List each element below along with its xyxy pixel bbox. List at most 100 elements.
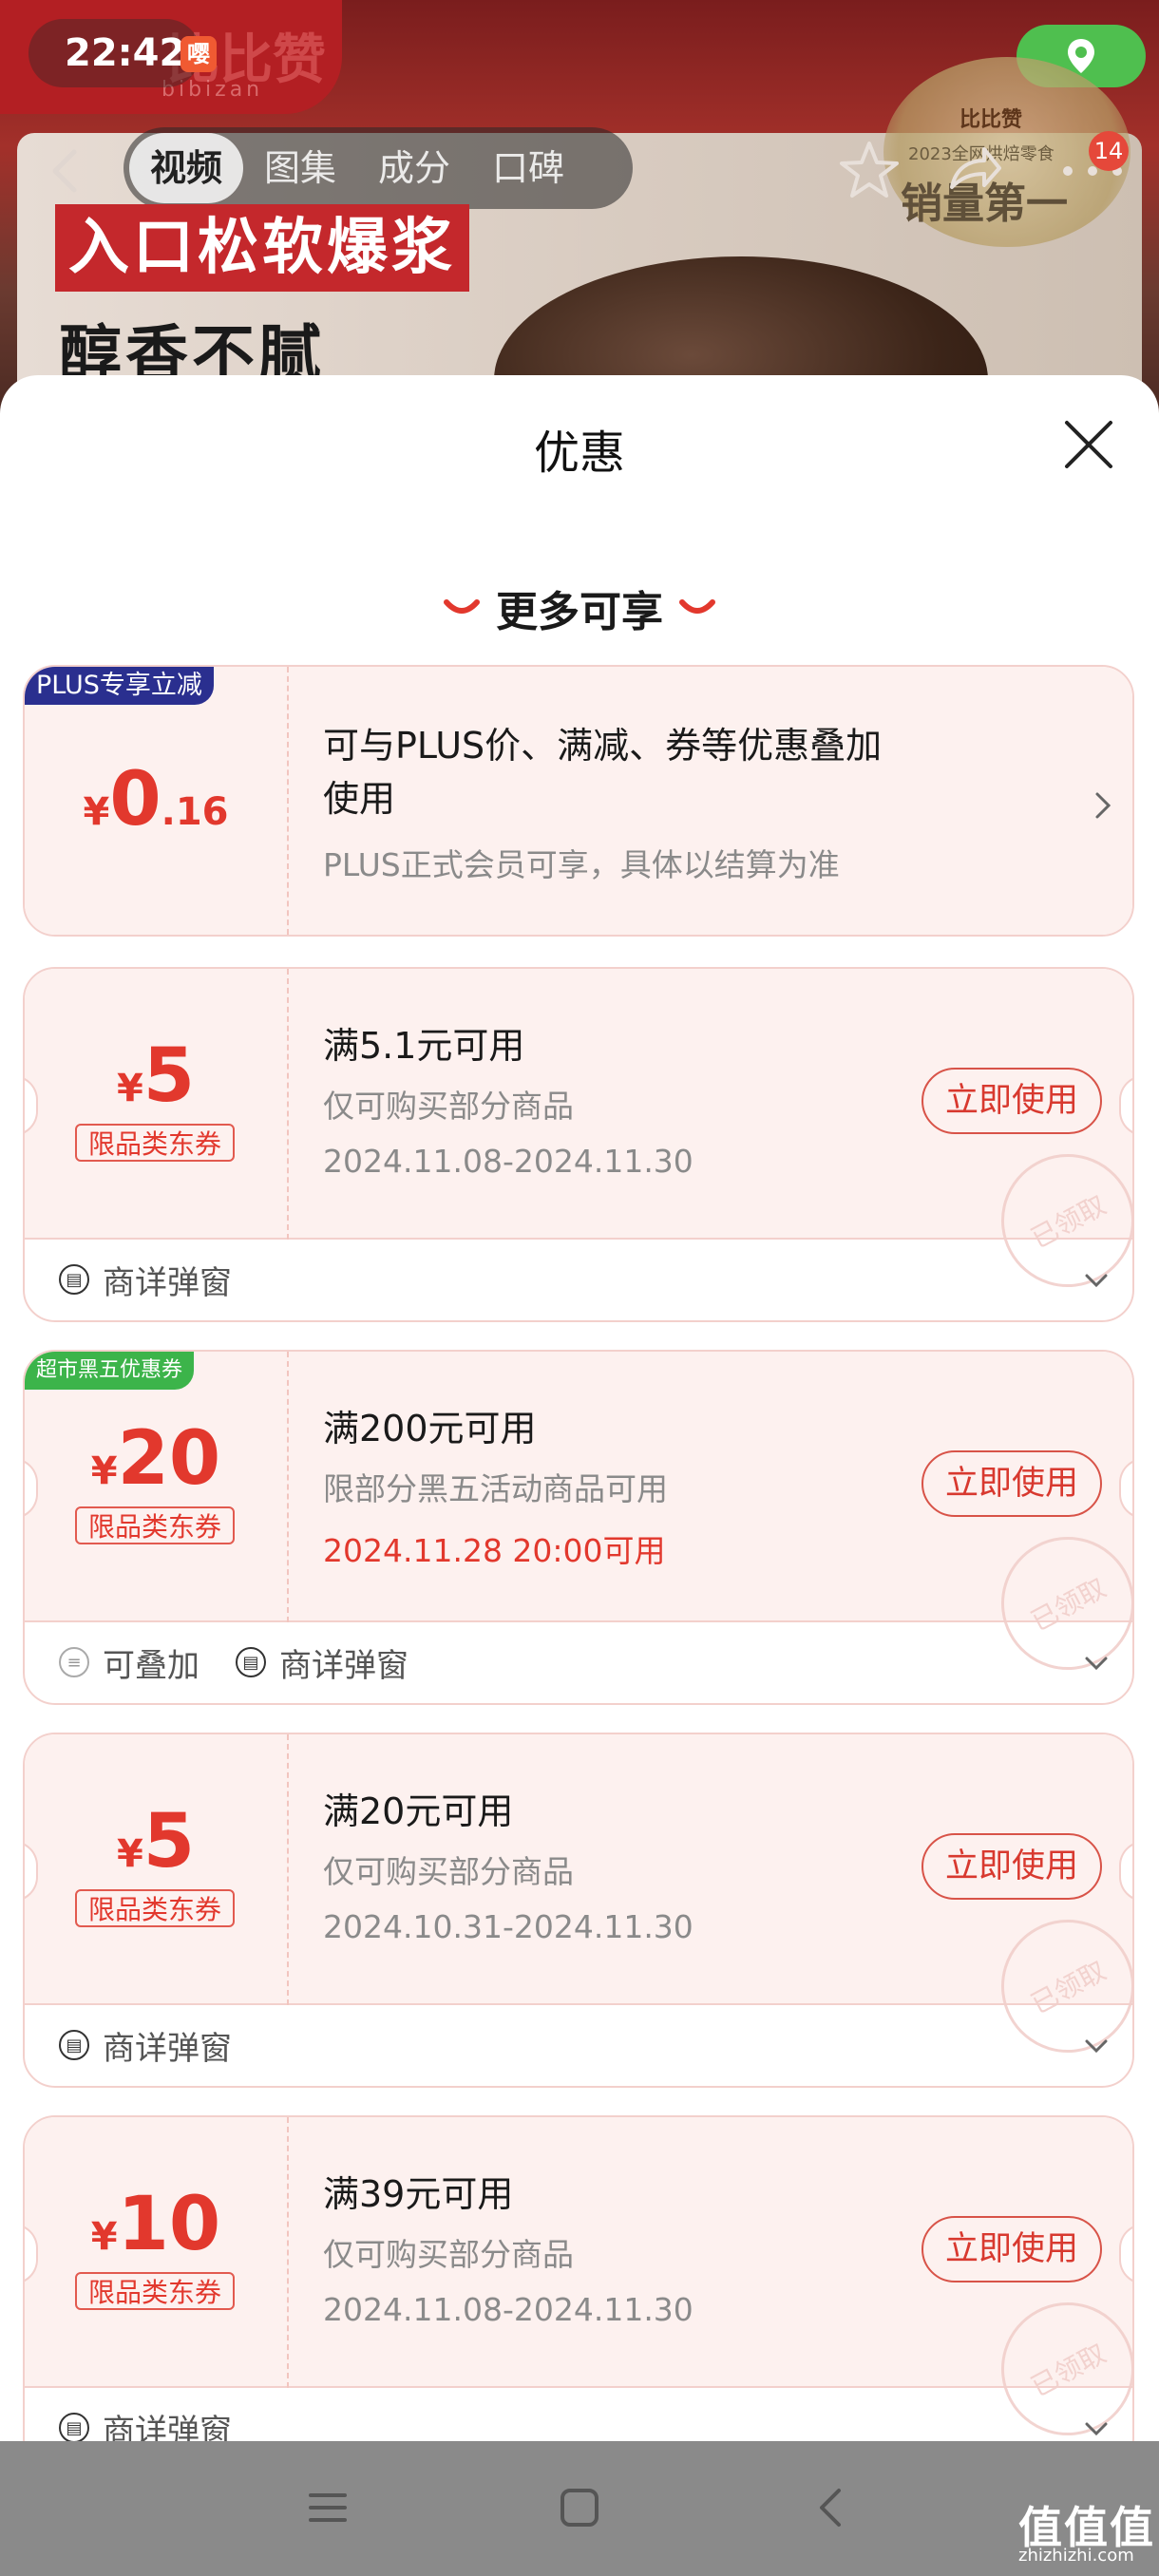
watermark-url: zhizhizhi.com [1018, 2546, 1134, 2566]
coupon-amount: ¥5 [25, 1799, 287, 1885]
coupon-date: 2024.11.08-2024.11.30 [323, 2291, 694, 2328]
menu-icon[interactable] [299, 2479, 356, 2536]
coupon-detail-icon: ▤ [59, 2413, 89, 2441]
plus-title-line1: 可与PLUS价、满减、券等优惠叠加 [323, 725, 883, 767]
coupon-amount-value: 5 [142, 1799, 196, 1885]
coupon-card-1: ¥5 限品类东券 满5.1元可用 仅可购买部分商品 2024.11.08-202… [23, 967, 1134, 1322]
plus-amount-int: 0 [109, 757, 162, 843]
currency-symbol: ¥ [90, 2215, 118, 2259]
use-now-button[interactable]: 立即使用 [922, 1450, 1102, 1517]
notification-app-icon: 嘤 [180, 36, 217, 72]
chevron-down-icon[interactable] [1079, 1266, 1113, 1295]
chevron-down-icon[interactable] [1079, 1649, 1113, 1677]
footer-label: 商详弹窗 [279, 1646, 408, 1685]
tab-ingredients[interactable]: 成分 [357, 133, 471, 203]
coupon-date: 2024.11.08-2024.11.30 [323, 1143, 694, 1180]
coupon-subtitle: 仅可购买部分商品 [323, 1853, 574, 1890]
sheet-title: 优惠 [533, 426, 625, 480]
status-time: 22:42 [28, 19, 201, 87]
coupon-footer[interactable]: ▤ 商详弹窗 [25, 1240, 1132, 1320]
footer-label: 商详弹窗 [103, 2412, 232, 2442]
back-nav-icon[interactable] [803, 2479, 860, 2536]
card-divider [287, 667, 289, 935]
coupon-detail-icon: ▤ [59, 2030, 89, 2060]
coupon-amount: ¥10 [25, 2182, 287, 2267]
plus-title-line2: 使用 [323, 778, 396, 820]
coupon-footer[interactable]: ≡ 可叠加 ▤ 商详弹窗 [25, 1622, 1132, 1703]
coupon-category-tag: 限品类东券 [75, 1889, 235, 1927]
system-navigation-bar [0, 2441, 1159, 2576]
smile-deco-icon [444, 599, 480, 614]
coupon-amount: ¥20 [25, 1416, 287, 1502]
card-divider [287, 969, 289, 1240]
footer-item-detail: ▤ 商详弹窗 [59, 1259, 232, 1302]
plus-offer-card[interactable]: PLUS专享立减 ¥0.16 可与PLUS价、满减、券等优惠叠加 使用 PLUS… [23, 665, 1134, 937]
footer-item-detail: ▤ 商详弹窗 [236, 1641, 408, 1685]
coupon-title: 满20元可用 [323, 1790, 514, 1832]
coupon-amount-value: 10 [117, 2182, 221, 2267]
award-brand: 比比赞 [960, 108, 1023, 132]
chevron-down-icon[interactable] [1079, 2032, 1113, 2060]
discount-sheet: 优惠 更多可享 PLUS专享立减 ¥0.16 可与PLUS价、满减、券等优惠叠加… [0, 375, 1159, 2441]
tab-video[interactable]: 视频 [129, 133, 244, 203]
coupon-subtitle: 仅可购买部分商品 [323, 1088, 574, 1125]
coupon-title: 满200元可用 [323, 1408, 537, 1449]
media-tabs: 视频 图集 成分 口碑 [124, 127, 633, 209]
coupon-amount: ¥5 [25, 1033, 287, 1119]
favorite-star-icon[interactable] [836, 138, 902, 204]
stackable-icon: ≡ [59, 1647, 89, 1677]
card-divider [287, 1734, 289, 2005]
coupon-title: 满39元可用 [323, 2173, 514, 2215]
coupon-subtitle: 限部分黑五活动商品可用 [323, 1470, 668, 1507]
footer-label: 可叠加 [103, 1646, 200, 1685]
home-icon[interactable] [551, 2479, 608, 2536]
plus-note: PLUS正式会员可享，具体以结算为准 [323, 846, 840, 883]
footer-item-detail: ▤ 商详弹窗 [59, 2024, 232, 2068]
coupon-card-4: ¥10 限品类东券 满39元可用 仅可购买部分商品 2024.11.08-202… [23, 2115, 1134, 2441]
currency-symbol: ¥ [83, 790, 110, 834]
coupon-date: 2024.11.28 20:00可用 [323, 1532, 666, 1569]
card-divider [287, 1352, 289, 1622]
chevron-down-icon[interactable] [1079, 2415, 1113, 2441]
tab-gallery[interactable]: 图集 [243, 133, 357, 203]
use-now-button[interactable]: 立即使用 [922, 1068, 1102, 1134]
section-title-text: 更多可享 [496, 588, 663, 636]
share-icon[interactable] [940, 138, 1007, 204]
currency-symbol: ¥ [116, 1832, 143, 1876]
plus-amount: ¥0.16 [25, 757, 287, 843]
coupon-category-tag: 限品类东券 [75, 1506, 235, 1544]
coupon-card-2: 超市黑五优惠券 ¥20 限品类东券 满200元可用 限部分黑五活动商品可用 20… [23, 1350, 1134, 1705]
footer-item-detail: ▤ 商详弹窗 [59, 2407, 232, 2441]
currency-symbol: ¥ [116, 1067, 143, 1110]
product-banner: 比比赞 bibizan 22:42 嘤 比比赞 2023全网烘焙零食 销量第一 … [0, 0, 1159, 418]
chevron-right-icon [1095, 792, 1112, 819]
message-count-badge: 14 [1089, 131, 1129, 171]
plus-amount-dec: .16 [161, 790, 229, 834]
coupon-amount-value: 5 [142, 1033, 196, 1119]
use-now-button[interactable]: 立即使用 [922, 2216, 1102, 2282]
coupon-detail-icon: ▤ [59, 1264, 89, 1295]
black-friday-corner-tag: 超市黑五优惠券 [25, 1352, 195, 1390]
coupon-title: 满5.1元可用 [323, 1025, 525, 1067]
slogan-primary: 入口松软爆浆 [55, 204, 469, 292]
footer-label: 商详弹窗 [103, 2029, 232, 2068]
coupon-footer[interactable]: ▤ 商详弹窗 [25, 2388, 1132, 2441]
coupon-category-tag: 限品类东券 [75, 2272, 235, 2310]
back-icon[interactable] [38, 142, 95, 199]
card-divider [287, 2117, 289, 2388]
coupon-footer[interactable]: ▤ 商详弹窗 [25, 2005, 1132, 2086]
coupon-subtitle: 仅可购买部分商品 [323, 2236, 574, 2273]
close-icon[interactable] [1059, 415, 1118, 474]
section-more-benefits: 更多可享 [0, 578, 1159, 638]
use-now-button[interactable]: 立即使用 [922, 1833, 1102, 1900]
plus-corner-tag: PLUS专享立减 [25, 667, 214, 705]
coupon-date: 2024.10.31-2024.11.30 [323, 1908, 694, 1945]
footer-item-stackable: ≡ 可叠加 [59, 1641, 200, 1685]
currency-symbol: ¥ [90, 1449, 118, 1493]
smile-deco-icon [679, 599, 715, 614]
tab-reviews[interactable]: 口碑 [471, 133, 585, 203]
coupon-amount-value: 20 [117, 1416, 221, 1502]
coupon-category-tag: 限品类东券 [75, 1124, 235, 1162]
coupon-card-3: ¥5 限品类东券 满20元可用 仅可购买部分商品 2024.10.31-2024… [23, 1733, 1134, 2088]
coupon-detail-icon: ▤ [236, 1647, 266, 1677]
